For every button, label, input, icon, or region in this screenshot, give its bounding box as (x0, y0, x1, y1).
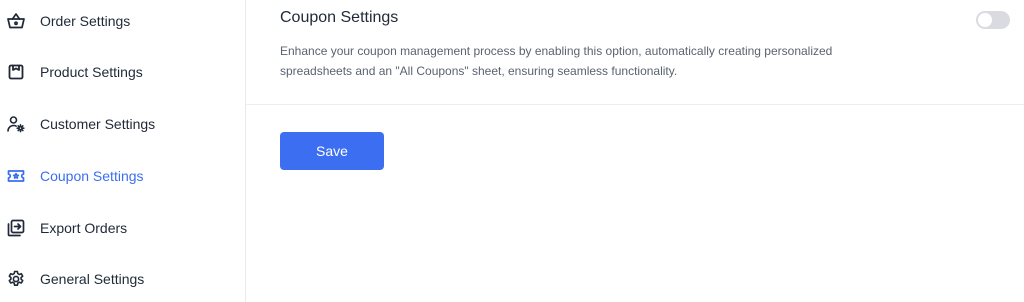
sidebar-item-label: General Settings (40, 271, 145, 287)
sidebar: Order Settings Product Settings Customer… (0, 0, 246, 302)
sidebar-item-label: Product Settings (40, 64, 143, 80)
settings-layout: Order Settings Product Settings Customer… (0, 0, 1024, 302)
sidebar-item-label: Customer Settings (40, 116, 156, 132)
sidebar-item-coupon-settings[interactable]: Coupon Settings (0, 156, 245, 196)
gear-icon (6, 269, 26, 289)
coupon-icon (6, 166, 26, 186)
sidebar-item-customer-settings[interactable]: Customer Settings (0, 104, 245, 144)
export-icon (6, 218, 26, 238)
customer-gear-icon (6, 114, 26, 134)
product-box-icon (6, 62, 26, 82)
section-description: Enhance your coupon management process b… (280, 44, 833, 78)
sidebar-item-export-orders[interactable]: Export Orders (0, 208, 245, 248)
sidebar-item-order-settings[interactable]: Order Settings (0, 1, 245, 41)
main-panel: Coupon Settings Enhance your coupon mana… (246, 0, 1024, 302)
sidebar-item-label: Export Orders (40, 220, 128, 236)
sidebar-item-label: Order Settings (40, 13, 131, 29)
sidebar-item-general-settings[interactable]: General Settings (0, 259, 245, 299)
section-title: Coupon Settings (280, 9, 399, 26)
sidebar-item-product-settings[interactable]: Product Settings (0, 52, 245, 92)
coupon-settings-toggle[interactable] (976, 11, 1010, 29)
divider (246, 104, 1024, 105)
sidebar-item-label: Coupon Settings (40, 168, 144, 184)
basket-icon (6, 11, 26, 31)
save-button[interactable]: Save (280, 132, 384, 170)
toggle-knob (978, 13, 992, 27)
